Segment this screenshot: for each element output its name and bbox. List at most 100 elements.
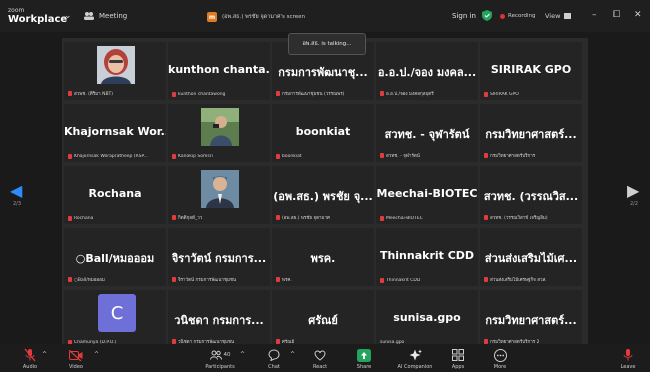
participant-tile[interactable]: จิราวัตน์ กรมการ... จิราวัตน์ กรมการพัฒนา… <box>168 228 270 286</box>
chevron-up-icon[interactable]: ^ <box>94 351 99 358</box>
minimize-icon[interactable]: – <box>592 10 597 20</box>
brand-name: Workplace <box>8 14 68 25</box>
more-button[interactable]: More <box>470 347 530 370</box>
share-screen-icon <box>357 348 371 362</box>
muted-mic-icon <box>276 91 280 96</box>
participant-name: อ.อ.ป./จอง มงคล... <box>377 66 477 79</box>
participant-name: สวทช. (วรรณวิส... <box>483 190 579 203</box>
participant-caption: Meechai-BIOTEC <box>380 216 423 221</box>
participants-button[interactable]: 40 Participants ^ <box>190 347 250 370</box>
participant-tile[interactable]: SIRIRAK GPO SIRIRAK GPO <box>480 42 582 100</box>
meeting-label: Meeting <box>99 11 128 20</box>
participant-video <box>201 170 239 208</box>
participant-caption: (อพ.สธ.) พรชัย จุดามาศ <box>276 214 330 221</box>
screen-share-indicator[interactable]: m (อพ.สธ.) พรชัย จุดามาศ's screen <box>207 12 305 22</box>
participant-caption: สวทช. - จุฬารัตน์ <box>380 152 420 159</box>
muted-mic-icon <box>276 154 280 159</box>
participant-count: 40 <box>223 352 231 358</box>
participants-label: Participants <box>205 364 235 370</box>
participant-tile[interactable]: sunisa.gpo sunisa.gpo <box>376 290 478 348</box>
participant-tile[interactable]: กรมวิทยาศาสตร์... กรมวิทยาศาสตร์บริการ 2 <box>480 290 582 348</box>
participant-tile[interactable]: กรมวิทยาศาสตร์... กรมวิทยาศาสตร์บริการ <box>480 104 582 162</box>
caption-text: สวพช. (ศิริมา NBT) <box>74 92 114 97</box>
participant-caption: สวทช. (วรรณวิสาข์ เจริญลิม) <box>484 214 548 221</box>
participant-video <box>97 46 135 84</box>
participant-tile[interactable]: Thinnakrit CDD Thinnakrit CDD <box>376 228 478 286</box>
view-button[interactable]: View <box>545 12 572 20</box>
participant-tile[interactable]: กิตติกุลดี_วว <box>168 166 270 224</box>
participant-name: ○Ball/หมอออม <box>75 252 155 265</box>
participant-name: SIRIRAK GPO <box>490 63 572 76</box>
page-indicator-right: 2/2 <box>630 201 639 207</box>
caption-text: จิราวัตน์ กรมการพัฒนาชุมชน <box>178 278 237 283</box>
participant-tile[interactable]: สวทช. - จุฬารัตน์ สวทช. - จุฬารัตน์ <box>376 104 478 162</box>
caption-text: SIRIRAK GPO <box>490 92 519 97</box>
leave-label: Leave <box>620 364 636 370</box>
share-label: Share <box>356 364 372 370</box>
participant-tile[interactable]: วนิชดา กรมการ... วนิชดา กรมการพัฒนาชุมชน <box>168 290 270 348</box>
participant-name: สวทช. - จุฬารัตน์ <box>384 128 470 141</box>
caption-text: อ.อ.ป./จอง มงคลกุลบุตรี <box>386 92 434 97</box>
leave-button[interactable]: Leave <box>598 347 650 370</box>
recording-indicator[interactable]: Recording <box>500 13 536 19</box>
participant-caption: อ.อ.ป./จอง มงคลกุลบุตรี <box>380 90 434 97</box>
audio-label: Audio <box>22 364 38 370</box>
caption-text: boonkiat <box>282 154 302 159</box>
participant-caption: สวพช. (ศิริมา NBT) <box>68 90 113 97</box>
avatar: C <box>98 294 136 332</box>
meeting-info-button[interactable]: Meeting <box>84 11 127 20</box>
participant-name: กรมการพัฒนาชุ... <box>278 66 368 79</box>
gallery-view: สวพช. (ศิริมา NBT) kunthon chanta... kunth… <box>62 38 588 348</box>
participant-tile[interactable]: พรค. พรค. <box>272 228 374 286</box>
talking-tooltip: อพ.สธ. is talking... <box>288 33 366 55</box>
muted-mic-icon <box>484 277 488 282</box>
sign-in-link[interactable]: Sign in <box>452 12 476 20</box>
caption-text: Kanokip Somsri <box>178 154 213 159</box>
caption-text: ส่วนส่งเสริมไม้เศรษฐกิจ สวส. <box>490 278 547 283</box>
participant-tile[interactable]: Rochana Rochana <box>64 166 166 224</box>
participant-tile[interactable]: ส่วนส่งเสริมไม้เศ... ส่วนส่งเสริมไม้เศรษฐ… <box>480 228 582 286</box>
participant-caption: Rochana <box>68 216 93 221</box>
previous-page-icon[interactable]: ◀ <box>10 181 22 200</box>
participant-tile[interactable]: ○Ball/หมอออม ○Ball/หมอออม <box>64 228 166 286</box>
participant-video <box>201 108 239 146</box>
participant-tile[interactable]: สวทช. (วรรณวิส... สวทช. (วรรณวิสาข์ เจริญ… <box>480 166 582 224</box>
maximize-icon[interactable]: ⧠ <box>613 10 620 20</box>
participant-caption: boonkiat <box>276 154 302 159</box>
shield-icon[interactable] <box>482 10 492 21</box>
muted-mic-icon <box>172 277 176 282</box>
caption-text: ○Ball/หมอออม <box>74 278 105 283</box>
meeting-toolbar: Audio ^ Video ^ 40 Participants ^ Chat ^… <box>0 344 650 372</box>
participant-tile[interactable]: (อพ.สธ.) พรชัย จุ... (อพ.สธ.) พรชัย จุดาม… <box>272 166 374 224</box>
muted-mic-icon <box>484 92 488 97</box>
participant-tile[interactable]: Khajornsak Wor... Khajornsak Worapratheep… <box>64 104 166 162</box>
participant-tile[interactable]: Meechai-BIOTEC Meechai-BIOTEC <box>376 166 478 224</box>
participant-name: kunthon chanta... <box>168 63 270 76</box>
next-page-icon[interactable]: ▶ <box>627 181 639 200</box>
participant-tile[interactable]: สวพช. (ศิริมา NBT) <box>64 42 166 100</box>
participant-tile[interactable]: boonkiat boonkiat <box>272 104 374 162</box>
participant-caption: กิตติกุลดี_วว <box>172 214 202 221</box>
participant-tile[interactable]: kunthon chanta... kunthon chantawong <box>168 42 270 100</box>
react-label: React <box>312 364 328 370</box>
muted-mic-icon <box>380 216 384 221</box>
participant-tile[interactable]: ศรัณย์ ศรัณย์ <box>272 290 374 348</box>
video-button[interactable]: Video ^ <box>46 347 106 370</box>
participant-name: Meechai-BIOTEC <box>376 187 478 200</box>
microphone-muted-icon <box>24 348 36 362</box>
close-icon[interactable]: ✕ <box>634 10 642 20</box>
participant-tile[interactable]: อ.อ.ป./จอง มงคล... อ.อ.ป./จอง มงคลกุลบุตร… <box>376 42 478 100</box>
participant-tile[interactable]: Kanokip Somsri <box>168 104 270 162</box>
muted-mic-icon <box>380 278 384 283</box>
participant-name: Thinnakrit CDD <box>379 249 475 262</box>
participant-name: จิราวัตน์ กรมการ... <box>171 252 267 265</box>
top-bar: zoom Workplace ⌄ Meeting m (อพ.สธ.) พรชั… <box>0 0 650 32</box>
participant-caption: SIRIRAK GPO <box>484 92 519 97</box>
caption-text: กรมวิทยาศาสตร์บริการ <box>490 154 536 159</box>
view-label: View <box>545 12 561 20</box>
participant-name: boonkiat <box>295 125 351 138</box>
chevron-down-icon[interactable]: ⌄ <box>64 11 72 21</box>
participant-tile[interactable]: C Chamunya (D.P.O.) <box>64 290 166 348</box>
muted-mic-icon <box>172 92 176 97</box>
participant-caption: Kanokip Somsri <box>172 154 213 159</box>
